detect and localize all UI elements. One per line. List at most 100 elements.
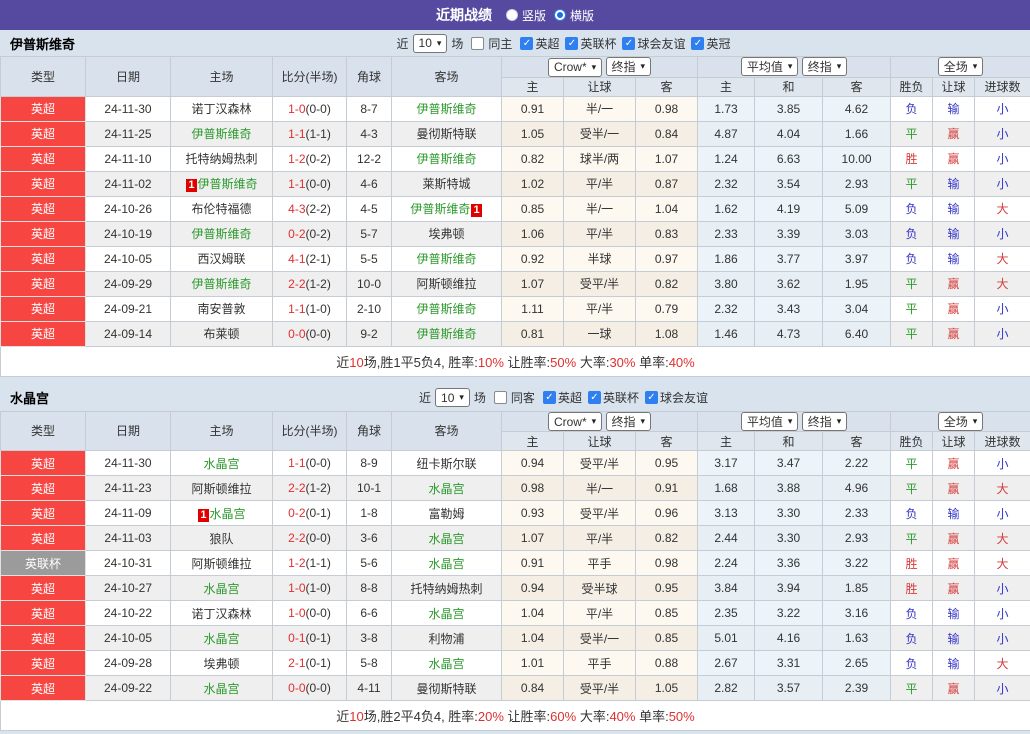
date-cell: 24-10-27 (86, 576, 171, 601)
handicap-result-cell: 赢 (933, 476, 975, 501)
dropdown-终指[interactable]: 终指▾ (606, 57, 652, 76)
checkbox-checked-icon[interactable]: ✓ (691, 37, 704, 50)
dropdown-终指[interactable]: 终指▾ (606, 412, 652, 431)
dropdown-Crow*[interactable]: Crow*▾ (548, 412, 602, 431)
avg-away-odds-cell: 3.04 (823, 296, 891, 321)
handicap-result-cell: 赢 (933, 551, 975, 576)
checkbox-unchecked-icon[interactable] (471, 37, 484, 50)
full-time-score: 1-2 (288, 152, 305, 166)
team-cell-content: 狼队 (209, 532, 233, 546)
summary-segment: 大率: (576, 709, 609, 724)
layout-radio-vertical[interactable]: 竖版 (506, 7, 546, 24)
odds-group-header: Crow*▾ 终指▾ (502, 57, 698, 78)
dropdown-Crow*[interactable]: Crow*▾ (548, 58, 602, 77)
handicap-line-cell: 半/一 (564, 96, 636, 121)
checkbox-checked-icon[interactable]: ✓ (543, 391, 556, 404)
layout-radio-horizontal[interactable]: 横版 (554, 7, 594, 24)
result-label: 赢 (948, 457, 960, 471)
handicap-line-cell: 受平/半 (564, 501, 636, 526)
handicap-away-odds-cell: 0.82 (636, 526, 698, 551)
team-cell-content: 伊普斯维奇 (416, 152, 476, 166)
checkbox-checked-icon[interactable]: ✓ (588, 391, 601, 404)
match-row: 英超24-11-091水晶宫0-2(0-1)1-8富勒姆0.93受平/半0.96… (1, 501, 1030, 526)
date-cell: 24-09-29 (86, 271, 171, 296)
full-time-score: 4-1 (288, 252, 305, 266)
checkbox-checked-icon[interactable]: ✓ (622, 37, 635, 50)
home-team-cell: 托特纳姆热刺 (171, 146, 273, 171)
team-cell-content: 水晶宫 (203, 582, 239, 596)
handicap-result-cell: 赢 (933, 526, 975, 551)
radio-unchecked-icon[interactable] (506, 9, 518, 21)
goals-result-cell: 大 (975, 476, 1030, 501)
dropdown-平均值[interactable]: 平均值▾ (741, 57, 799, 76)
team-label: 曼彻斯特联 (416, 127, 476, 141)
handicap-home-odds-cell: 0.81 (502, 321, 564, 346)
team-cell-content: 诺丁汉森林 (191, 607, 251, 621)
away-team-cell: 富勒姆 (392, 501, 502, 526)
dropdown-10[interactable]: 10▾ (435, 388, 470, 407)
team-cell-content: 伊普斯维奇 (191, 277, 251, 291)
handicap-away-odds-cell: 0.83 (636, 221, 698, 246)
avg-home-odds-cell: 1.68 (698, 476, 755, 501)
result-label: 平 (906, 457, 918, 471)
avg-away-odds-cell: 1.63 (823, 626, 891, 651)
handicap-home-odds-cell: 0.92 (502, 246, 564, 271)
result-label: 输 (948, 632, 960, 646)
goals-result-cell: 小 (975, 221, 1030, 246)
page-body: 伊普斯维奇 近10▾场同主✓英超✓英联杯✓球会友谊✓英冠 类型日期主场比分(半场… (0, 30, 1030, 734)
team-cell-content: 伊普斯维奇 (191, 227, 251, 241)
league-cell: 英超 (1, 321, 86, 346)
dropdown-label: 10 (441, 391, 454, 405)
full-time-score: 0-2 (288, 227, 305, 241)
summary-segment: 单率: (635, 709, 668, 724)
checkbox-checked-icon[interactable]: ✓ (520, 37, 533, 50)
handicap-result-cell: 赢 (933, 146, 975, 171)
date-cell: 24-10-26 (86, 196, 171, 221)
dropdown-10[interactable]: 10▾ (413, 34, 448, 53)
dropdown-平均值[interactable]: 平均值▾ (741, 412, 799, 431)
home-team-cell: 布莱顿 (171, 321, 273, 346)
handicap-line-cell: 平/半 (564, 221, 636, 246)
team-cell-content: 水晶宫 (203, 632, 239, 646)
column-header: 客 (823, 432, 891, 451)
radio-checked-icon[interactable] (554, 9, 566, 21)
column-header: 角球 (347, 57, 392, 97)
dropdown-全场[interactable]: 全场▾ (938, 412, 984, 431)
match-row: 英超24-10-27水晶宫1-0(1-0)8-8托特纳姆热刺0.94受半球0.9… (1, 576, 1030, 601)
half-time-score: (0-1) (306, 656, 331, 670)
wdl-result-cell: 负 (891, 221, 933, 246)
summary-row: 近10场,胜1平5负4, 胜率:10% 让胜率:50% 大率:30% 单率:40… (1, 346, 1030, 376)
score-cell: 0-1(0-1) (273, 626, 347, 651)
summary-segment: 10% (478, 355, 504, 370)
handicap-home-odds-cell: 0.98 (502, 476, 564, 501)
handicap-away-odds-cell: 0.97 (636, 246, 698, 271)
column-header: 日期 (86, 57, 171, 97)
league-filter-label: 英超 (535, 35, 559, 52)
away-team-cell: 水晶宫 (392, 551, 502, 576)
goals-result-cell: 大 (975, 651, 1030, 676)
column-header: 比分(半场) (273, 57, 347, 97)
dropdown-全场[interactable]: 全场▾ (938, 57, 984, 76)
checkbox-unchecked-icon[interactable] (494, 391, 507, 404)
section-crystal-palace: 水晶宫 近10▾场同客✓英超✓英联杯✓球会友谊 类型日期主场比分(半场)角球客场… (0, 385, 1030, 732)
match-row: 英超24-09-28埃弗顿2-1(0-1)5-8水晶宫1.01平手0.882.6… (1, 651, 1030, 676)
checkbox-checked-icon[interactable]: ✓ (565, 37, 578, 50)
avg-draw-odds-cell: 3.39 (755, 221, 823, 246)
away-team-cell: 利物浦 (392, 626, 502, 651)
checkbox-checked-icon[interactable]: ✓ (645, 391, 658, 404)
dropdown-终指[interactable]: 终指▾ (802, 412, 848, 431)
dropdown-终指[interactable]: 终指▾ (802, 57, 848, 76)
league-cell: 英超 (1, 576, 86, 601)
same-venue-label: 同客 (511, 389, 535, 406)
result-label: 赢 (948, 302, 960, 316)
score-cell: 4-3(2-2) (273, 196, 347, 221)
full-time-score: 1-1 (288, 177, 305, 191)
corner-cell: 4-6 (347, 171, 392, 196)
result-label: 小 (997, 102, 1009, 116)
column-header: 类型 (1, 57, 86, 97)
result-label: 小 (997, 127, 1009, 141)
handicap-line-cell: 半球 (564, 246, 636, 271)
page-title: 近期战绩 (436, 5, 492, 25)
league-cell: 英超 (1, 501, 86, 526)
score-cell: 1-1(1-1) (273, 121, 347, 146)
